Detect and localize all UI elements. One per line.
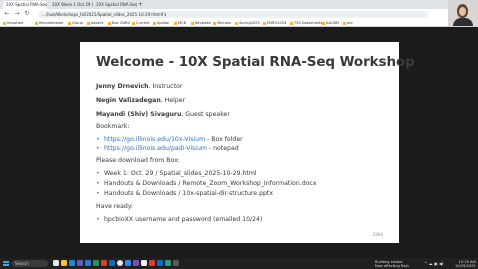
clock-time: 10:29 AM bbox=[458, 259, 476, 264]
onenote-icon[interactable] bbox=[133, 260, 139, 266]
bullet-icon: • bbox=[96, 216, 100, 223]
person-speaker: Mayandi (Shiv) Sivaguru, Guest speaker bbox=[96, 111, 230, 119]
bookmark-item[interactable]: Current bbox=[132, 20, 150, 26]
download-item-text: Week 1: Oct. 29 / Spatial_slides_2025-10… bbox=[104, 170, 257, 177]
person-role: , Helper bbox=[160, 97, 186, 104]
teams-icon[interactable] bbox=[77, 260, 83, 266]
weather-line-2: Now affecting Rain bbox=[375, 263, 409, 268]
bookmark-item[interactable]: AACBM bbox=[322, 20, 339, 26]
download-item-text: Handouts & Downloads / Remote_Zoom_Works… bbox=[104, 180, 317, 187]
url-field[interactable]: …/hub/Workshops_fall2025/Spatial_slides_… bbox=[38, 10, 428, 18]
person-role: , Guest speaker bbox=[181, 111, 230, 118]
reload-button[interactable]: ↻ bbox=[23, 10, 31, 18]
download-list-item: • Week 1: Oct. 29 / Spatial_slides_2025-1… bbox=[96, 170, 257, 178]
tab-1[interactable]: 10X Spatial RNA-Seq Works bbox=[3, 1, 47, 9]
back-button[interactable]: ← bbox=[3, 10, 11, 18]
powerpoint-icon[interactable] bbox=[101, 260, 107, 266]
link-suffix: - notepad bbox=[206, 145, 239, 152]
bullet-icon: • bbox=[96, 170, 100, 177]
system-clock[interactable]: 10:29 AM 10/29/2025 bbox=[455, 260, 476, 268]
download-heading: Please download from Box: bbox=[96, 157, 180, 164]
download-item-text: Handouts & Downloads / 10x-spatial-dir-s… bbox=[104, 190, 274, 197]
person-name: Jenny Drnevich bbox=[96, 83, 149, 90]
bookmark-item[interactable]: old bbox=[343, 20, 352, 26]
bookmark-list-item: • https://go.illinois.edu/padi-Visium - n… bbox=[96, 145, 239, 153]
bullet-icon: • bbox=[96, 180, 100, 187]
taskbar-search[interactable]: Search bbox=[12, 260, 48, 267]
bullet-icon: • bbox=[96, 145, 100, 152]
windows-taskbar: Search Building smoke Now affecting Rain… bbox=[0, 258, 478, 269]
bookmark-item[interactable]: Minutes bbox=[213, 20, 231, 26]
box-folder-link[interactable]: https://go.illinois.edu/10x-Visium bbox=[104, 136, 205, 143]
download-list-item: • Handouts & Downloads / Remote_Zoom_Work… bbox=[96, 180, 317, 188]
weather-widget[interactable]: Building smoke Now affecting Rain bbox=[375, 260, 409, 268]
ready-list-item: • hpcbioXX username and password (emailed… bbox=[96, 216, 262, 224]
task-view-icon[interactable] bbox=[53, 260, 59, 266]
excel-icon[interactable] bbox=[93, 260, 99, 266]
terminal-icon[interactable] bbox=[173, 260, 179, 266]
system-tray-icons[interactable]: ^ ☁ ▣ ◀) bbox=[424, 261, 444, 266]
webcam-face bbox=[459, 7, 466, 16]
word-icon[interactable] bbox=[85, 260, 91, 266]
bookmark-item[interactable]: papers bbox=[87, 20, 103, 26]
slide-page-number: 2/64 bbox=[372, 233, 383, 238]
outlook-icon[interactable] bbox=[109, 260, 115, 266]
file-explorer-icon[interactable] bbox=[61, 260, 67, 266]
bookmark-item[interactable]: MCB bbox=[174, 20, 186, 26]
bookmark-item[interactable]: Group bbox=[68, 20, 83, 26]
tab-2[interactable]: 10X Week 1 Oct 29 Worksh bbox=[49, 1, 93, 9]
edge-icon[interactable] bbox=[69, 260, 75, 266]
rstudio-icon[interactable] bbox=[165, 260, 171, 266]
onedrive-icon[interactable] bbox=[157, 260, 163, 266]
bookmark-item[interactable]: Spring2025 bbox=[235, 20, 260, 26]
bookmark-heading: Bookmark: bbox=[96, 123, 130, 130]
notepad-icon[interactable] bbox=[141, 260, 147, 266]
acrobat-icon[interactable] bbox=[149, 260, 155, 266]
windows-start-icon[interactable] bbox=[3, 260, 9, 267]
webcam-shoulders bbox=[453, 18, 473, 26]
bookmark-item[interactable]: ENRG2024 bbox=[263, 20, 286, 26]
tab-bar: 10X Spatial RNA-Seq Works 10X Week 1 Oct… bbox=[0, 0, 478, 9]
notepad-link[interactable]: https://go.illinois.edu/padi-Visium bbox=[104, 145, 207, 152]
tab-3[interactable]: 10X Spatial RNA-Seq Works bbox=[93, 1, 137, 9]
new-tab-button[interactable]: + bbox=[138, 1, 143, 9]
bullet-icon: • bbox=[96, 136, 100, 143]
bookmark-item[interactable]: Recordkeeper bbox=[35, 20, 64, 26]
person-role: , Instructor bbox=[148, 83, 183, 90]
bookmark-item[interactable]: Imported bbox=[3, 20, 23, 26]
bookmark-item[interactable]: TSS Datasheets bbox=[290, 20, 322, 26]
bookmark-item[interactable]: Keyweek bbox=[191, 20, 211, 26]
chrome-icon[interactable] bbox=[117, 260, 123, 266]
person-instructor: Jenny Drnevich, Instructor bbox=[96, 83, 182, 91]
address-bar-row: ← → ↻ …/hub/Workshops_fall2025/Spatial_s… bbox=[0, 9, 478, 19]
link-suffix: - Box folder bbox=[205, 136, 243, 143]
bookmark-list-item: • https://go.illinois.edu/10x-Visium - Bo… bbox=[96, 136, 243, 144]
bullet-icon: • bbox=[96, 190, 100, 197]
ready-heading: Have ready: bbox=[96, 203, 134, 210]
zoom-icon[interactable] bbox=[125, 260, 131, 266]
bookmark-item[interactable]: Box CNRG bbox=[108, 20, 130, 26]
webcam-overlay bbox=[448, 0, 478, 26]
presentation-slide: Welcome - 10X Spatial RNA-Seq Workshop J… bbox=[80, 42, 415, 243]
person-name: Negin Valizadegan bbox=[96, 97, 161, 104]
bookmarks-bar: Imported Recordkeeper Group papers Box C… bbox=[0, 19, 478, 27]
slide-title: Welcome - 10X Spatial RNA-Seq Workshop bbox=[96, 54, 415, 70]
person-name: Mayandi (Shiv) Sivaguru bbox=[96, 111, 182, 118]
forward-button[interactable]: → bbox=[13, 10, 21, 18]
person-helper: Negin Valizadegan, Helper bbox=[96, 97, 185, 105]
download-list-item: • Handouts & Downloads / 10x-spatial-dir-… bbox=[96, 190, 273, 198]
clock-date: 10/29/2025 bbox=[455, 263, 476, 268]
ready-item-text: hpcbioXX username and password (emailed … bbox=[104, 216, 263, 223]
bookmark-item[interactable]: Spatial bbox=[153, 20, 169, 26]
browser-chrome: 10X Spatial RNA-Seq Works 10X Week 1 Oct… bbox=[0, 0, 478, 27]
